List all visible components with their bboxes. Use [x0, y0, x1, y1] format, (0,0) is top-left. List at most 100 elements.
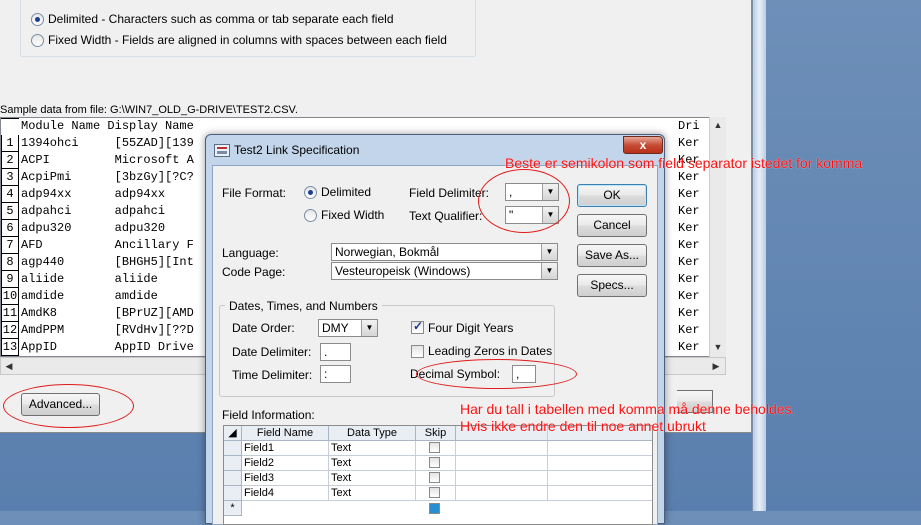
advanced-button[interactable]: Advanced...: [21, 393, 100, 416]
chevron-down-icon[interactable]: ▼: [361, 320, 377, 336]
grid-cell-empty: [548, 441, 652, 456]
chevron-down-icon[interactable]: ▼: [541, 263, 557, 279]
format-groupbox: [20, 0, 476, 57]
grid-cell-type[interactable]: Text: [329, 486, 416, 501]
sample-row-right: Ker: [678, 136, 700, 150]
skip-checkbox[interactable]: [429, 487, 440, 498]
grid-cell-skip: [416, 456, 456, 471]
grid-cell-type[interactable]: Text: [329, 456, 416, 471]
dialog-delimited-label: Delimited: [321, 185, 372, 199]
grid-cell-name[interactable]: Field1: [242, 441, 329, 456]
dialog-delimited-radio[interactable]: [304, 185, 317, 199]
dialog-delimited-option[interactable]: Delimited: [304, 185, 371, 199]
sample-row-text: AFD Ancillary F: [21, 238, 194, 252]
new-row-skip-checkbox[interactable]: [429, 503, 440, 514]
link-specification-dialog: Test2 Link Specification x File Format: …: [205, 134, 665, 525]
language-select[interactable]: Norwegian, Bokmål ▼: [331, 243, 558, 261]
field-delimiter-value: ,: [509, 185, 513, 199]
dialog-fixed-width-option[interactable]: Fixed Width: [304, 208, 384, 222]
dialog-body: File Format: Delimited Fixed Width Field…: [212, 165, 658, 525]
grid-cell-empty: [456, 441, 548, 456]
scroll-up-icon[interactable]: ▲: [710, 117, 726, 133]
grid-row-selector[interactable]: [224, 441, 242, 456]
dialog-fixed-width-label: Fixed Width: [321, 208, 385, 222]
grid-cell-type[interactable]: Text: [329, 441, 416, 456]
field-delimiter-select[interactable]: , ▼: [505, 183, 559, 201]
chevron-down-icon[interactable]: ▼: [542, 184, 558, 200]
grid-select-all[interactable]: ◢: [224, 426, 242, 441]
language-value: Norwegian, Bokmål: [335, 245, 440, 259]
sample-row-number: 10: [1, 288, 19, 305]
cancel-button[interactable]: Cancel: [577, 214, 647, 237]
grid-header-skip[interactable]: Skip: [416, 426, 456, 441]
save-as-button[interactable]: Save As...: [577, 244, 647, 267]
grid-row-selector[interactable]: [224, 486, 242, 501]
sample-row-right: Ker: [678, 187, 700, 201]
skip-checkbox[interactable]: [429, 457, 440, 468]
sample-header-blank: [1, 118, 19, 135]
sample-row-text: AppID AppID Drive: [21, 340, 194, 354]
skip-checkbox[interactable]: [429, 442, 440, 453]
four-digit-years-checkbox[interactable]: [411, 319, 424, 334]
sample-row-right: Ker: [678, 221, 700, 235]
sample-row-right: Ker: [678, 255, 700, 269]
annotation-bottom-line1: Har du tall i tabellen med komma må denn…: [460, 401, 796, 417]
grid-row-selector[interactable]: [224, 471, 242, 486]
specs-button[interactable]: Specs...: [577, 274, 647, 297]
text-qualifier-select[interactable]: " ▼: [505, 206, 559, 224]
delimited-option[interactable]: Delimited - Characters such as comma or …: [31, 12, 394, 26]
date-order-select[interactable]: DMY ▼: [318, 319, 378, 337]
sample-row-number: 9: [1, 271, 19, 288]
sample-row-number: 6: [1, 220, 19, 237]
scroll-down-icon[interactable]: ▼: [710, 339, 726, 355]
chevron-down-icon[interactable]: ▼: [542, 207, 558, 223]
grid-row-selector[interactable]: [224, 456, 242, 471]
field-information-label: Field Information:: [222, 408, 315, 422]
grid-header-data-type[interactable]: Data Type: [329, 426, 416, 441]
time-delimiter-label: Time Delimiter:: [232, 368, 313, 382]
grid-new-row-marker[interactable]: *: [224, 501, 242, 516]
ok-button[interactable]: OK: [577, 184, 647, 207]
file-format-label: File Format:: [222, 186, 287, 200]
fixed-width-option[interactable]: Fixed Width - Fields are aligned in colu…: [31, 33, 447, 47]
sample-row-right: Ker: [678, 306, 700, 320]
sample-vertical-scrollbar[interactable]: ▲ ▼: [709, 117, 726, 357]
grid-cell-name[interactable]: Field4: [242, 486, 329, 501]
sample-row-number: 4: [1, 186, 19, 203]
code-page-select[interactable]: Vesteuropeisk (Windows) ▼: [331, 262, 558, 280]
close-button[interactable]: x: [623, 136, 663, 154]
decimal-symbol-input[interactable]: ,: [512, 365, 536, 383]
code-page-label: Code Page:: [222, 265, 286, 279]
sample-row-number: 2: [1, 152, 19, 169]
sample-row-text: aliide aliide: [21, 272, 158, 286]
text-qualifier-label: Text Qualifier:: [409, 209, 483, 223]
fixed-width-radio[interactable]: [31, 33, 44, 47]
field-delimiter-label: Field Delimiter:: [409, 186, 490, 200]
skip-checkbox[interactable]: [429, 472, 440, 483]
grid-cell-name[interactable]: Field3: [242, 471, 329, 486]
scroll-right-icon[interactable]: ▶: [708, 358, 724, 374]
grid-cell-name[interactable]: Field2: [242, 456, 329, 471]
sample-row-text: adpu320 adpu320: [21, 221, 166, 235]
sample-header-row: Module Name Display Name Dri: [1, 118, 725, 135]
grid-cell-empty: [456, 471, 548, 486]
language-label: Language:: [222, 246, 279, 260]
sample-row-number: 11: [1, 305, 19, 322]
delimited-radio[interactable]: [31, 12, 44, 26]
scroll-left-icon[interactable]: ◀: [1, 358, 17, 374]
annotation-bottom-line2: Hvis ikke endre den til noe annet ubrukt: [460, 418, 706, 434]
grid-cell-empty: [548, 471, 652, 486]
delimited-option-label: Delimited - Characters such as comma or …: [48, 12, 394, 26]
field-information-grid[interactable]: ◢ Field Name Data Type Skip Field1 Text Fi…: [223, 425, 653, 525]
chevron-down-icon[interactable]: ▼: [541, 244, 557, 260]
leading-zeros-label: Leading Zeros in Dates: [428, 344, 553, 358]
leading-zeros-checkbox[interactable]: [411, 345, 424, 358]
date-order-value: DMY: [322, 321, 349, 335]
dialog-fixed-width-radio[interactable]: [304, 208, 317, 222]
time-delimiter-input[interactable]: :: [320, 365, 351, 383]
date-delimiter-label: Date Delimiter:: [232, 345, 312, 359]
grid-cell-type[interactable]: Text: [329, 471, 416, 486]
sample-row-number: 5: [1, 203, 19, 220]
grid-header-field-name[interactable]: Field Name: [242, 426, 329, 441]
date-delimiter-input[interactable]: .: [320, 343, 351, 361]
